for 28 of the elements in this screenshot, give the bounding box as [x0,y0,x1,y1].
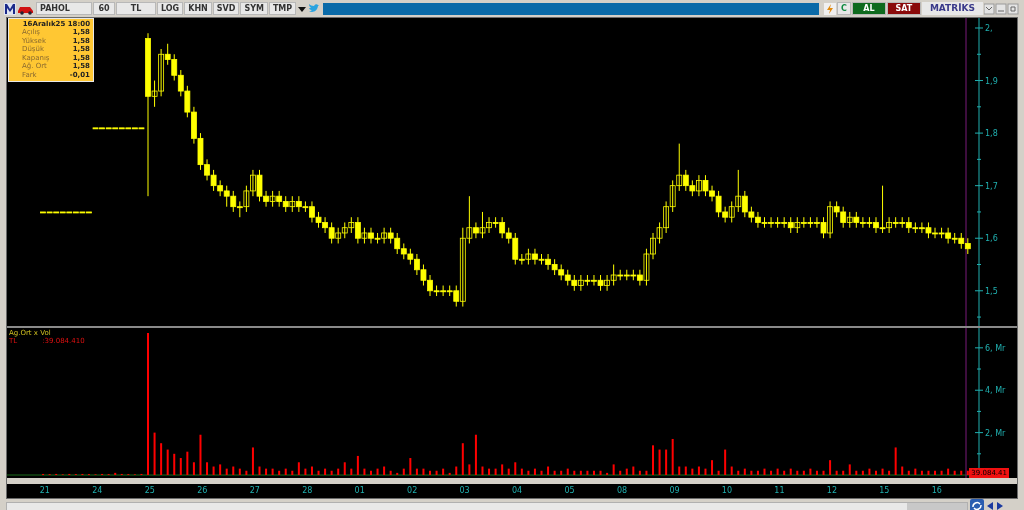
axis-label: 1,8 [985,129,998,139]
date-label: 08 [616,486,628,495]
date-label: 11 [774,486,785,495]
date-label: 09 [669,486,680,495]
axis-label: 1,5 [985,286,998,296]
date-label: 15 [879,486,890,495]
date-label: 16 [931,486,942,495]
date-label: 02 [407,486,418,495]
date-label: 05 [564,486,575,495]
date-label: 27 [249,486,260,495]
axis-label: 2, [985,24,993,33]
date-label: 04 [512,486,523,495]
axis-label: 2, Mr [985,428,1006,438]
axis-label: 1,9 [985,76,998,86]
date-label: 10 [721,486,733,495]
axis-label: 1,7 [985,181,998,191]
axis-label: 6, Mr [985,343,1006,353]
date-label: 25 [144,486,155,495]
date-label: 28 [302,486,313,495]
date-label: 12 [826,486,837,495]
axis-label: 1,6 [985,234,998,244]
brand-logo: MATRİKS [921,2,983,15]
date-label: 24 [92,486,103,495]
date-label: 26 [197,486,208,495]
axis-label: 4, Mr [985,386,1006,396]
date-label: 03 [459,486,470,495]
date-label: 01 [354,486,365,495]
date-label: 21 [39,486,50,495]
